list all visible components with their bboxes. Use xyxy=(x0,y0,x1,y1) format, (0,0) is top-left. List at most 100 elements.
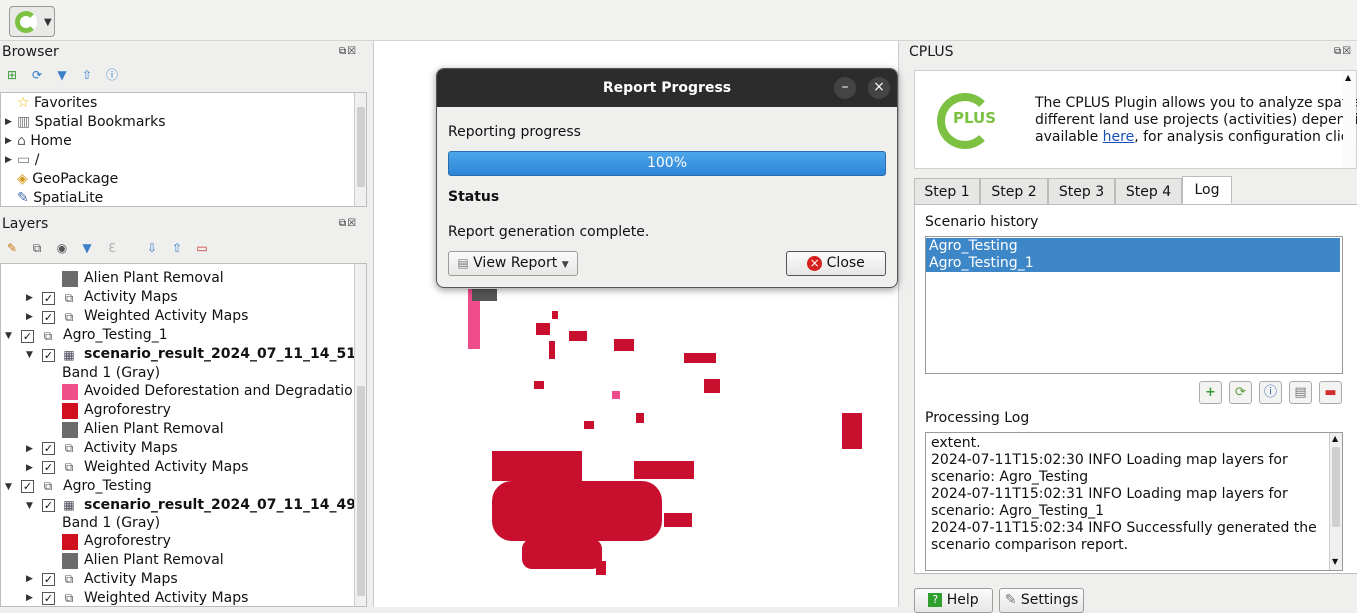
layer-checkbox[interactable]: ✓ xyxy=(42,442,55,455)
layer-checkbox[interactable]: ✓ xyxy=(42,573,55,586)
add-selected-icon[interactable]: ⊞ xyxy=(5,68,19,82)
tab-step-3[interactable]: Step 3 xyxy=(1048,178,1115,205)
scrollbar-thumb[interactable] xyxy=(1332,447,1340,527)
collapse-all-icon[interactable]: ⇧ xyxy=(80,68,94,82)
layer-checkbox[interactable]: ✓ xyxy=(42,349,55,362)
log-line: extent. xyxy=(931,435,981,451)
here-link[interactable]: here xyxy=(1103,129,1135,145)
collapse-arrow-icon[interactable]: ▼ xyxy=(5,482,12,492)
layer-group-activity-maps[interactable]: Activity Maps xyxy=(84,439,178,458)
report-icon[interactable]: ▤ xyxy=(1289,381,1312,404)
map-feature xyxy=(614,339,634,351)
expand-arrow-icon[interactable]: ▶ xyxy=(5,155,12,165)
tab-step-2[interactable]: Step 2 xyxy=(980,178,1048,205)
scenario-history-item[interactable]: Agro_Testing xyxy=(926,238,1340,255)
header-scrollbar[interactable]: ▲ xyxy=(1343,71,1356,168)
layer-scenario-result-2[interactable]: scenario_result_2024_07_11_14_49_50 xyxy=(84,496,366,515)
help-button[interactable]: ? Help xyxy=(914,588,993,613)
browser-item-label: Favorites xyxy=(34,95,98,111)
scrollbar-thumb[interactable] xyxy=(357,107,365,187)
expand-arrow-icon[interactable]: ▶ xyxy=(26,293,33,303)
browser-item-spatial-bookmarks[interactable]: ▥ Spatial Bookmarks xyxy=(17,113,166,132)
expand-arrow-icon[interactable]: ▶ xyxy=(26,593,33,603)
layer-checkbox[interactable]: ✓ xyxy=(21,330,34,343)
expand-arrow-icon[interactable]: ▶ xyxy=(26,444,33,454)
layer-checkbox[interactable]: ✓ xyxy=(42,311,55,324)
intro-line: The CPLUS Plugin allows you to analyze s… xyxy=(1035,95,1357,111)
tab-log[interactable]: Log xyxy=(1182,176,1232,204)
expression-filter-icon[interactable]: ℇ xyxy=(105,241,119,255)
layer-group-agro-testing-1[interactable]: Agro_Testing_1 xyxy=(63,326,168,345)
add-scenario-icon[interactable]: + xyxy=(1199,381,1222,404)
map-feature xyxy=(684,353,716,363)
expand-arrow-icon[interactable]: ▶ xyxy=(5,117,12,127)
browser-dock-buttons[interactable]: ⧉☒ xyxy=(339,46,357,57)
tab-step-4[interactable]: Step 4 xyxy=(1115,178,1182,205)
browser-item-spatialite[interactable]: ✎ SpatiaLite xyxy=(17,189,103,206)
close-window-button[interactable]: × xyxy=(868,77,890,99)
collapse-arrow-icon[interactable]: ▼ xyxy=(26,350,33,360)
browser-item-favorites[interactable]: ☆ Favorites xyxy=(17,94,97,113)
collapse-arrow-icon[interactable]: ▼ xyxy=(26,501,33,511)
layer-checkbox[interactable]: ✓ xyxy=(42,292,55,305)
intro-text: , for analysis configuration click th xyxy=(1134,129,1357,145)
settings-button[interactable]: ✎ Settings xyxy=(999,588,1084,613)
scenario-history-item[interactable]: Agro_Testing_1 xyxy=(926,255,1340,272)
map-feature xyxy=(704,379,720,393)
close-button[interactable]: × Close xyxy=(786,251,886,276)
browser-item-geopackage[interactable]: ◈ GeoPackage xyxy=(17,170,118,189)
info-icon[interactable]: ⓘ xyxy=(105,68,119,82)
expand-all-icon[interactable]: ⇩ xyxy=(145,241,159,255)
remove-layer-icon[interactable]: ▭ xyxy=(195,241,209,255)
collapse-all-icon[interactable]: ⇧ xyxy=(170,241,184,255)
style-brush-icon[interactable]: ✎ xyxy=(5,241,19,255)
raster-layer-icon: ▦ xyxy=(63,348,75,362)
layer-group-weighted-activity-maps[interactable]: Weighted Activity Maps xyxy=(84,307,248,326)
filter-icon[interactable]: ▼ xyxy=(80,241,94,255)
scrollbar-thumb[interactable] xyxy=(357,386,365,596)
add-group-icon[interactable]: ⧉ xyxy=(30,241,44,255)
cplus-panel-title: CPLUS xyxy=(909,44,954,60)
tab-step-1[interactable]: Step 1 xyxy=(914,178,980,205)
layer-group-agro-testing[interactable]: Agro_Testing xyxy=(63,477,152,496)
layer-group-activity-maps[interactable]: Activity Maps xyxy=(84,570,178,589)
layer-checkbox[interactable]: ✓ xyxy=(42,592,55,605)
collapse-arrow-icon[interactable]: ▼ xyxy=(5,331,12,341)
layer-checkbox[interactable]: ✓ xyxy=(21,480,34,493)
browser-item-label: / xyxy=(34,152,40,168)
browser-scrollbar[interactable] xyxy=(354,93,366,206)
load-scenario-icon[interactable]: ⟳ xyxy=(1229,381,1252,404)
expand-arrow-icon[interactable]: ▶ xyxy=(5,136,12,146)
view-report-button[interactable]: ▤ View Report ▼ xyxy=(448,251,578,276)
cplus-dock-buttons[interactable]: ⧉☒ xyxy=(1334,46,1352,57)
layers-scrollbar[interactable] xyxy=(354,264,366,606)
layer-scenario-result-1[interactable]: scenario_result_2024_07_11_14_51_47 xyxy=(84,345,366,364)
chevron-down-icon[interactable]: ▼ xyxy=(44,17,52,28)
layers-dock-buttons[interactable]: ⧉☒ xyxy=(339,218,357,229)
scroll-down-icon[interactable]: ▼ xyxy=(1332,557,1338,566)
legend-swatch xyxy=(62,384,78,400)
scroll-up-icon[interactable]: ▲ xyxy=(1332,434,1338,443)
layer-checkbox[interactable]: ✓ xyxy=(42,461,55,474)
expand-arrow-icon[interactable]: ▶ xyxy=(26,574,33,584)
filter-icon[interactable]: ▼ xyxy=(55,68,69,82)
browser-toolbar: ⊞ ⟳ ▼ ⇧ ⓘ xyxy=(5,67,125,85)
layer-group-weighted-activity-maps[interactable]: Weighted Activity Maps xyxy=(84,458,248,477)
minimize-button[interactable]: – xyxy=(834,77,856,99)
expand-arrow-icon[interactable]: ▶ xyxy=(26,312,33,322)
layer-group-activity-maps[interactable]: Activity Maps xyxy=(84,288,178,307)
browser-item-root[interactable]: ▭ / xyxy=(17,151,39,170)
log-scrollbar[interactable]: ▲ ▼ xyxy=(1329,433,1342,570)
processing-log[interactable]: extent. 2024-07-11T15:02:30 INFO Loading… xyxy=(925,432,1343,571)
browser-item-home[interactable]: ⌂ Home xyxy=(17,132,72,151)
expand-arrow-icon[interactable]: ▶ xyxy=(26,463,33,473)
refresh-icon[interactable]: ⟳ xyxy=(30,68,44,82)
layer-group-weighted-activity-maps[interactable]: Weighted Activity Maps xyxy=(84,589,248,606)
scenario-info-icon[interactable]: ⓘ xyxy=(1259,381,1282,404)
remove-scenario-icon[interactable]: ▬ xyxy=(1319,381,1342,404)
visibility-eye-icon[interactable]: ◉ xyxy=(55,241,69,255)
cplus-plugin-button[interactable]: ▼ xyxy=(9,6,55,37)
layer-checkbox[interactable]: ✓ xyxy=(42,499,55,512)
map-feature xyxy=(596,561,606,575)
log-line: 2024-07-11T15:02:31 INFO Loading map lay… xyxy=(931,486,1288,502)
